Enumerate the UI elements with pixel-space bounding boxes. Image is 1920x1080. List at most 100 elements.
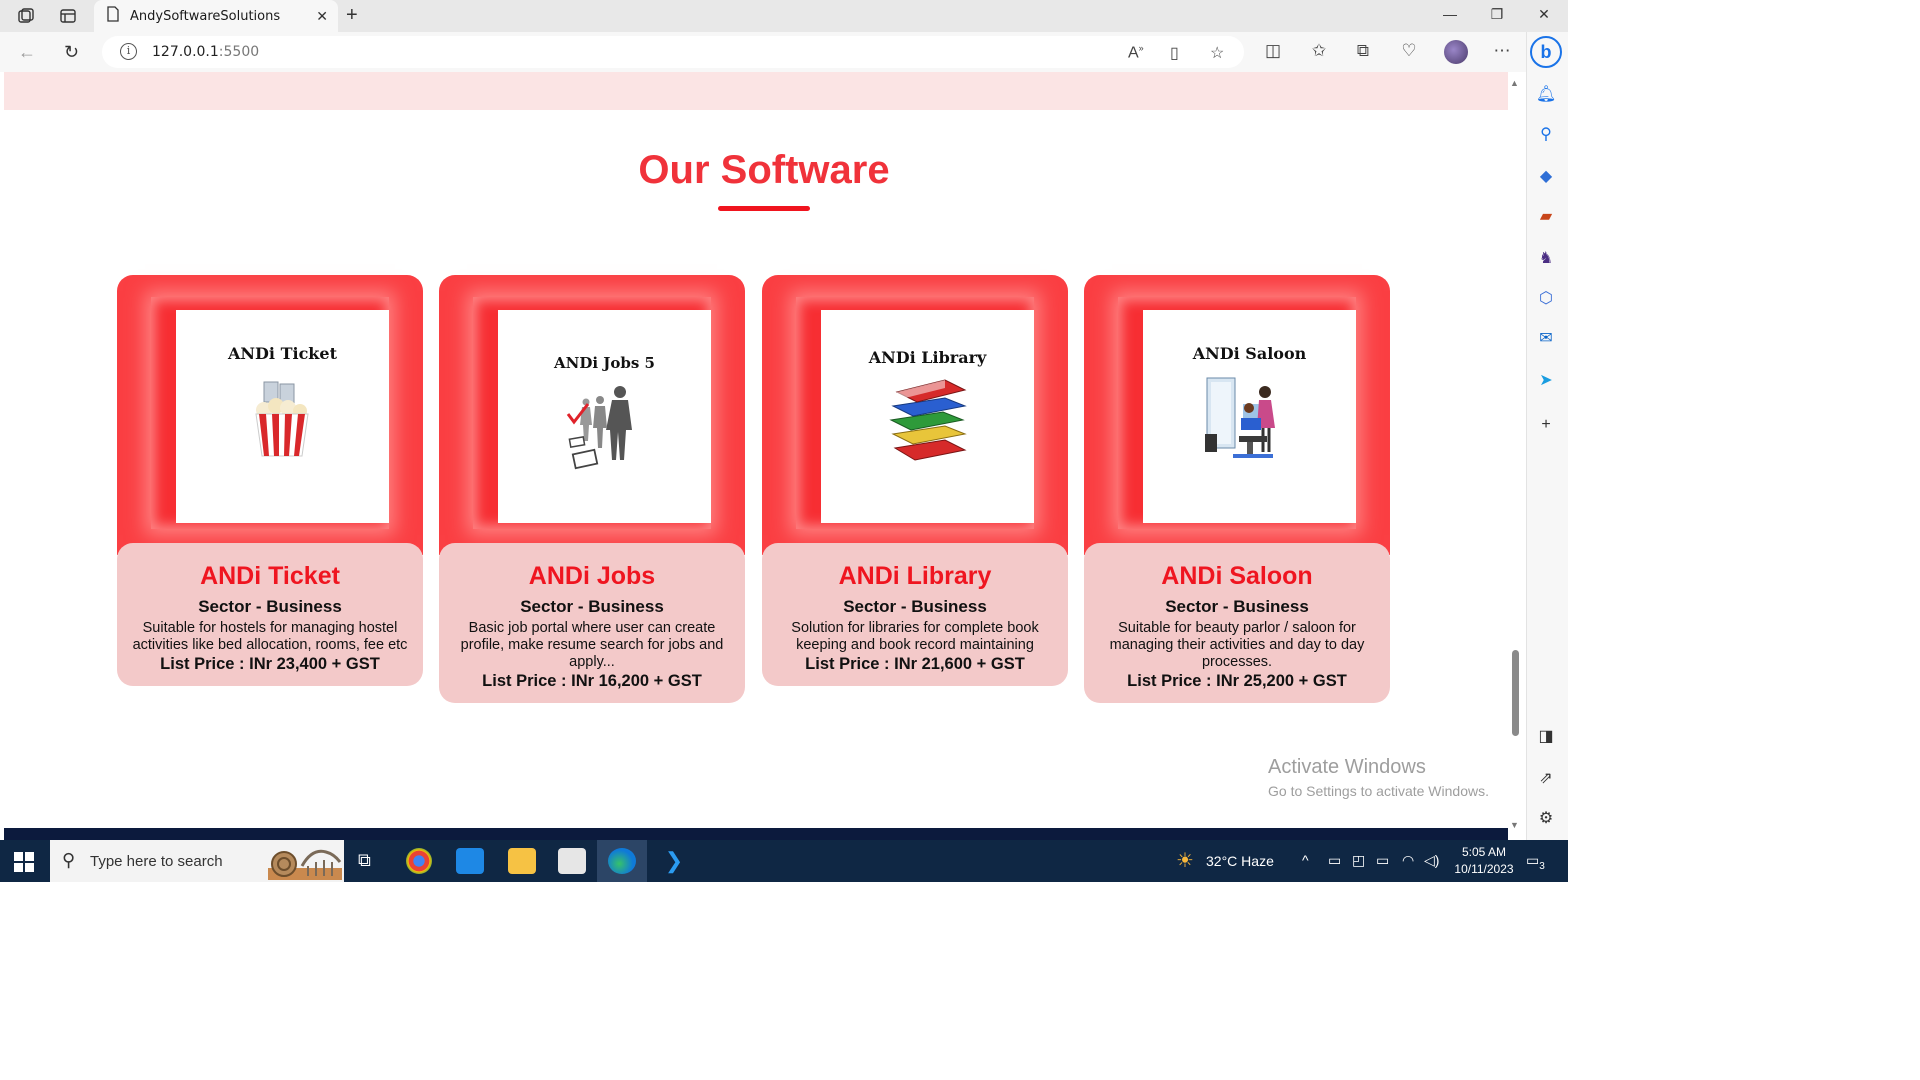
vscode-icon[interactable]: ❯ xyxy=(660,848,688,874)
shopping-tag-icon[interactable]: ◆ xyxy=(1535,166,1557,188)
taskbar-search-box[interactable]: ⚲ Type here to search xyxy=(50,840,344,882)
refresh-icon[interactable]: ↻ xyxy=(64,42,79,63)
file-explorer-icon[interactable] xyxy=(508,848,536,874)
back-icon[interactable]: ← xyxy=(18,42,36,63)
software-card-ticket[interactable]: ANDi Ticket ANDi Ticket Sector - Busines… xyxy=(117,275,423,686)
battery-icon[interactable]: ▭ xyxy=(1376,852,1389,869)
system-clock[interactable]: 5:05 AM 10/11/2023 xyxy=(1444,844,1524,878)
volume-icon[interactable]: ◁) xyxy=(1424,852,1439,869)
tray-app-icon[interactable]: ◰ xyxy=(1352,852,1365,869)
weather-text[interactable]: 32°C Haze xyxy=(1206,853,1274,869)
scroll-down-icon[interactable]: ▼ xyxy=(1510,820,1519,830)
clock-time: 5:05 AM xyxy=(1461,845,1507,859)
page-icon xyxy=(106,5,120,27)
favorite-star-icon[interactable]: ☆ xyxy=(1210,43,1224,63)
open-external-icon[interactable]: ⇗ xyxy=(1535,768,1557,790)
games-icon[interactable]: ♞ xyxy=(1535,248,1557,270)
card-price: List Price : INr 23,400 + GST xyxy=(160,655,380,673)
software-card-saloon[interactable]: ANDi Saloon ANDi Saloon Sector - Busines… xyxy=(1084,275,1390,703)
card-image-area: ANDi Saloon xyxy=(1084,275,1390,555)
scroll-thumb[interactable] xyxy=(1512,650,1519,736)
card-description: Suitable for beauty parlor / saloon for … xyxy=(1109,620,1365,670)
collections-icon[interactable]: ⧉ xyxy=(1352,41,1374,61)
card-title: ANDi Jobs xyxy=(528,562,656,590)
chrome-icon[interactable] xyxy=(406,848,432,874)
tab-title: AndySoftwareSolutions xyxy=(130,8,281,24)
card-description: Basic job portal where user can create p… xyxy=(460,620,724,670)
minimize-icon[interactable]: — xyxy=(1440,6,1460,22)
salon-chair-icon xyxy=(1205,377,1275,458)
tools-briefcase-icon[interactable]: ▰ xyxy=(1535,206,1557,228)
search-icon[interactable]: ⚲ xyxy=(1535,124,1557,146)
image-label: ANDi Ticket xyxy=(228,344,337,363)
task-view-icon[interactable]: ⧉ xyxy=(358,850,371,871)
mail-icon[interactable] xyxy=(456,848,484,874)
browser-tab[interactable]: AndySoftwareSolutions ✕ xyxy=(94,0,338,32)
new-tab-icon[interactable]: + xyxy=(346,4,358,27)
card-price: List Price : INr 25,200 + GST xyxy=(1127,672,1347,690)
windows-taskbar: ⚲ Type here to search ⧉ ❯ ☀ 32°C Haze ^ … xyxy=(0,840,1568,882)
card-sector: Sector - Business xyxy=(520,597,664,616)
close-window-icon[interactable]: ✕ xyxy=(1534,6,1554,23)
more-menu-icon[interactable]: ⋯ xyxy=(1491,41,1513,61)
card-title: ANDi Saloon xyxy=(1161,562,1313,590)
card-body: ANDi Jobs Sector - Business Basic job po… xyxy=(439,543,745,703)
weather-icon[interactable]: ☀ xyxy=(1176,848,1194,873)
meet-now-icon[interactable]: ▭ xyxy=(1328,852,1341,869)
tab-actions-icon[interactable] xyxy=(58,6,78,26)
address-bar[interactable]: i 127.0.0.1:5500 A» ▯ ☆ xyxy=(102,36,1244,68)
outlook-icon[interactable]: ✉ xyxy=(1535,328,1557,350)
job-candidates-icon xyxy=(566,386,632,470)
product-image: ANDi Ticket xyxy=(176,310,389,523)
windows-start-icon[interactable] xyxy=(14,852,34,872)
browser-essentials-icon[interactable]: ♡ xyxy=(1398,41,1420,61)
card-title: ANDi Ticket xyxy=(200,562,340,590)
search-highlight-fossil-icon xyxy=(268,849,342,880)
read-aloud-icon[interactable]: A» xyxy=(1128,43,1144,62)
card-body: ANDi Ticket Sector - Business Suitable f… xyxy=(117,543,423,686)
workspaces-icon[interactable] xyxy=(16,6,36,26)
card-body: ANDi Saloon Sector - Business Suitable f… xyxy=(1084,543,1390,703)
image-label: ANDi Saloon xyxy=(1192,344,1307,363)
section-title: Our Software xyxy=(638,148,890,192)
card-sector: Sector - Business xyxy=(1165,597,1309,616)
card-image-area: ANDi Library xyxy=(762,275,1068,555)
activate-windows-watermark: Activate Windows Go to Settings to activ… xyxy=(1268,756,1489,799)
clock-date: 10/11/2023 xyxy=(1454,862,1514,876)
notification-center-icon[interactable]: ▭3 xyxy=(1526,852,1545,872)
close-tab-icon[interactable]: ✕ xyxy=(316,8,328,25)
card-description: Suitable for hostels for managing hostel… xyxy=(132,620,408,653)
split-screen-icon[interactable]: ◫ xyxy=(1262,41,1284,61)
microsoft-365-icon[interactable]: ⬡ xyxy=(1535,288,1557,310)
url-text[interactable]: 127.0.0.1:5500 xyxy=(152,44,259,60)
notifications-bell-icon[interactable]: 🔔︎ xyxy=(1535,84,1557,106)
drop-send-icon[interactable]: ➤ xyxy=(1535,370,1557,392)
header-band xyxy=(4,72,1508,110)
scroll-up-icon[interactable]: ▲ xyxy=(1510,78,1519,88)
profile-avatar[interactable] xyxy=(1444,40,1468,64)
microsoft-store-icon[interactable] xyxy=(558,848,586,874)
product-image: ANDi Jobs 5 xyxy=(498,310,711,523)
product-image: ANDi Saloon xyxy=(1143,310,1356,523)
sidebar-settings-icon[interactable]: ⚙ xyxy=(1535,808,1557,830)
add-sidebar-app-icon[interactable]: + xyxy=(1535,414,1557,436)
site-info-icon[interactable]: i xyxy=(120,43,137,60)
edge-sidebar xyxy=(1526,32,1568,840)
edge-icon[interactable] xyxy=(608,848,636,874)
favorites-icon[interactable]: ✩ xyxy=(1308,41,1330,61)
image-label: ANDi Jobs 5 xyxy=(554,354,655,372)
card-body: ANDi Library Sector - Business Solution … xyxy=(762,543,1068,686)
immersive-reader-icon[interactable]: ▯ xyxy=(1170,43,1179,63)
bing-copilot-icon[interactable]: b xyxy=(1530,36,1562,68)
hide-sidebar-icon[interactable]: ◨ xyxy=(1535,726,1557,748)
software-card-library[interactable]: ANDi Library ANDi Library Sector - Busin… xyxy=(762,275,1068,686)
notification-count: 3 xyxy=(1539,860,1545,872)
page-viewport: Our Software ANDi Ticket ANDi Ticket Sec… xyxy=(4,72,1508,840)
show-hidden-icons-icon[interactable]: ^ xyxy=(1302,852,1309,868)
card-description: Solution for libraries for complete book… xyxy=(791,620,1039,653)
browser-titlebar: AndySoftwareSolutions ✕ + — ❐ ✕ xyxy=(0,0,1568,32)
card-sector: Sector - Business xyxy=(843,597,987,616)
wifi-icon[interactable]: ◠ xyxy=(1402,852,1414,869)
software-card-jobs[interactable]: ANDi Jobs 5 ANDi Jobs Sector - Business … xyxy=(439,275,745,703)
restore-icon[interactable]: ❐ xyxy=(1487,6,1507,23)
